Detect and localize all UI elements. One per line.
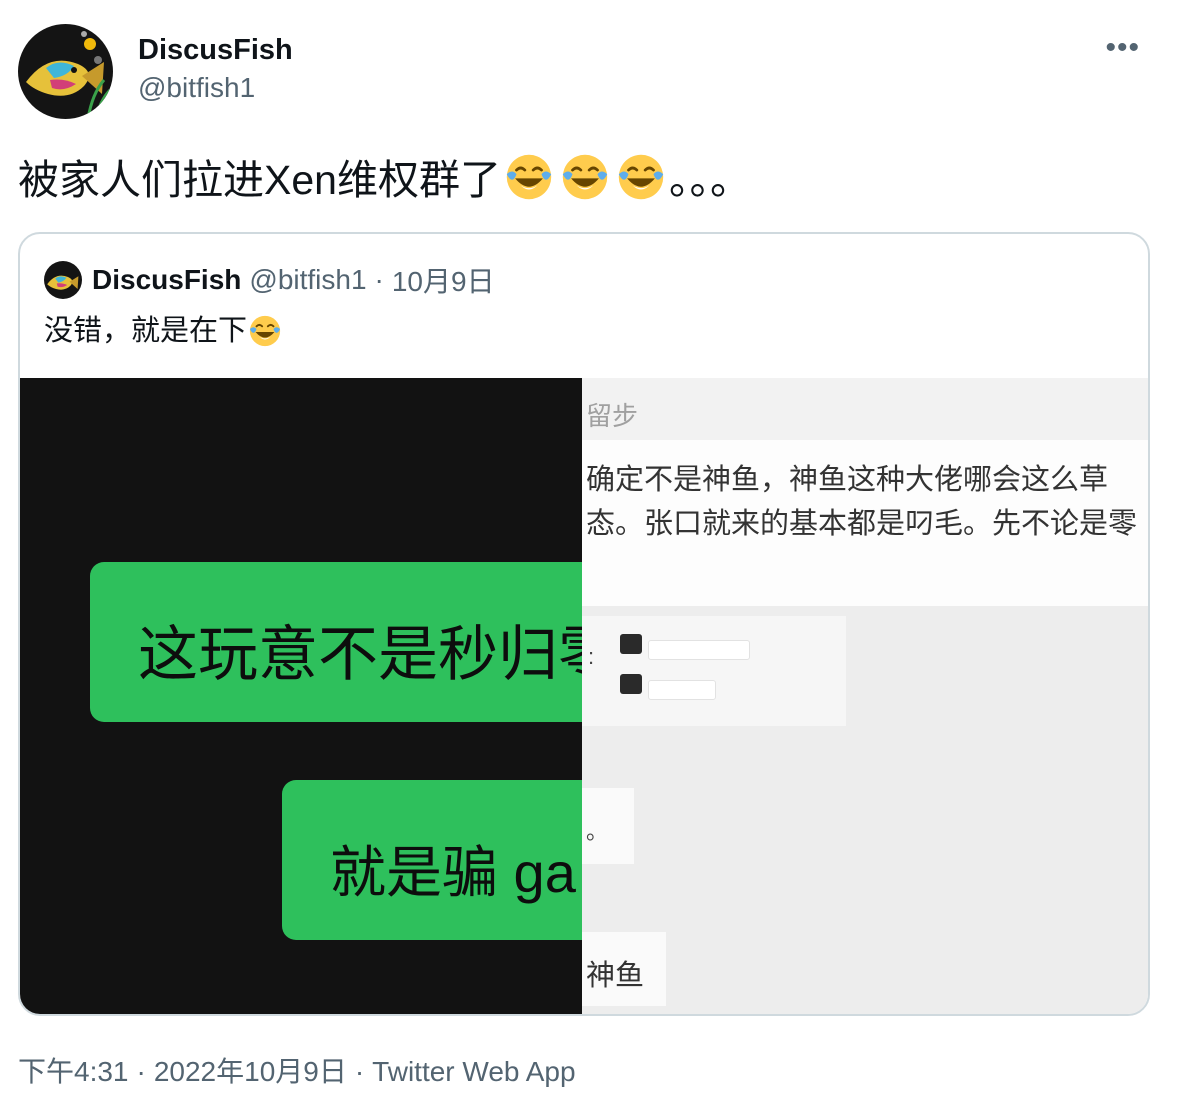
quoted-author-handle[interactable]: @bitfish1 bbox=[249, 264, 366, 296]
mini-avatar-icon bbox=[620, 674, 642, 694]
quoted-tweet[interactable]: DiscusFish @bitfish1 · 10月9日 没错，就是在下 这玩意… bbox=[18, 232, 1150, 1016]
chat-bubble-2: 就是骗 ga bbox=[282, 780, 582, 940]
screenshot-message-text: 确定不是神鱼，神鱼这种大佬哪会这么草态。张口就来的基本都是叼毛。先不论是零 bbox=[586, 464, 1138, 540]
screenshot-top-bar: 留步 bbox=[582, 378, 1148, 440]
screenshot-top-label: 留步 bbox=[586, 401, 639, 431]
meta-separator: · bbox=[136, 1056, 146, 1087]
chat-screenshot-dark: 这玩意不是秒归零 就是骗 ga bbox=[20, 378, 582, 1014]
discus-fish-avatar-icon bbox=[44, 261, 82, 299]
chat-bubble-1: 这玩意不是秒归零 bbox=[90, 562, 582, 722]
tweet-date[interactable]: 2022年10月9日 bbox=[154, 1056, 347, 1087]
face-with-tears-of-joy-icon bbox=[618, 154, 664, 200]
quoted-author-avatar[interactable] bbox=[44, 261, 82, 299]
quoted-author-name[interactable]: DiscusFish bbox=[92, 264, 241, 296]
more-options-icon[interactable]: ••• bbox=[1105, 33, 1140, 63]
screenshot-box-1: 。 bbox=[582, 788, 634, 864]
tweet-emojis bbox=[501, 154, 669, 203]
quoted-tweet-header: DiscusFish @bitfish1 · 10月9日 bbox=[44, 260, 495, 300]
meta-separator: · bbox=[354, 1056, 365, 1087]
tweet-source[interactable]: Twitter Web App bbox=[372, 1056, 575, 1087]
tweet-text-body: 被家人们拉进Xen维权群了 bbox=[18, 157, 501, 203]
screenshot-box-2-text: 神鱼 bbox=[586, 960, 645, 992]
mini-avatar-icon bbox=[620, 634, 642, 654]
author-handle[interactable]: @bitfish1 bbox=[138, 70, 293, 106]
quoted-tweet-text: 没错，就是在下 bbox=[44, 308, 283, 354]
author-display-name[interactable]: DiscusFish bbox=[138, 32, 293, 68]
screenshot-box-1-text: 。 bbox=[586, 819, 609, 844]
screenshot-colon: : bbox=[588, 644, 595, 669]
chat-screenshot-light: 留步 确定不是神鱼，神鱼这种大佬哪会这么草态。张口就来的基本都是叼毛。先不论是零… bbox=[582, 378, 1148, 1014]
chat-bubble-1-text: 这玩意不是秒归零 bbox=[138, 621, 582, 688]
screenshot-box-2: 神鱼 bbox=[582, 932, 666, 1006]
chat-bubble-2-text: 就是骗 ga bbox=[330, 841, 576, 904]
tweet-text: 被家人们拉进Xen维权群了 。。。 bbox=[18, 150, 751, 210]
mini-chat-bubble bbox=[648, 680, 716, 700]
screenshot-message-card: 确定不是神鱼，神鱼这种大佬哪会这么草态。张口就来的基本都是叼毛。先不论是零 bbox=[582, 440, 1148, 606]
tweet-header: DiscusFish @bitfish1 ••• bbox=[18, 24, 1168, 120]
quoted-date[interactable]: 10月9日 bbox=[392, 260, 495, 300]
face-with-tears-of-joy-icon bbox=[562, 154, 608, 200]
quoted-text-body: 没错，就是在下 bbox=[44, 315, 248, 347]
mini-chat-bubble bbox=[648, 640, 750, 660]
face-with-tears-of-joy-icon bbox=[249, 315, 281, 347]
face-with-tears-of-joy-icon bbox=[506, 154, 552, 200]
tweet-time[interactable]: 下午4:31 bbox=[18, 1056, 129, 1087]
quoted-media[interactable]: 这玩意不是秒归零 就是骗 ga 留步 确定不是神鱼，神鱼这种大佬哪会这么草态。张… bbox=[20, 378, 1148, 1014]
screenshot-mini-chat-panel: : bbox=[582, 616, 846, 726]
quoted-separator: · bbox=[374, 264, 384, 295]
discus-fish-avatar-icon bbox=[18, 24, 113, 119]
quoted-emoji bbox=[247, 315, 283, 347]
tweet-meta: 下午4:31 · 2022年10月9日 · Twitter Web App bbox=[18, 1050, 576, 1090]
tweet-text-suffix: 。。。 bbox=[668, 157, 751, 203]
author-avatar[interactable] bbox=[18, 24, 113, 119]
